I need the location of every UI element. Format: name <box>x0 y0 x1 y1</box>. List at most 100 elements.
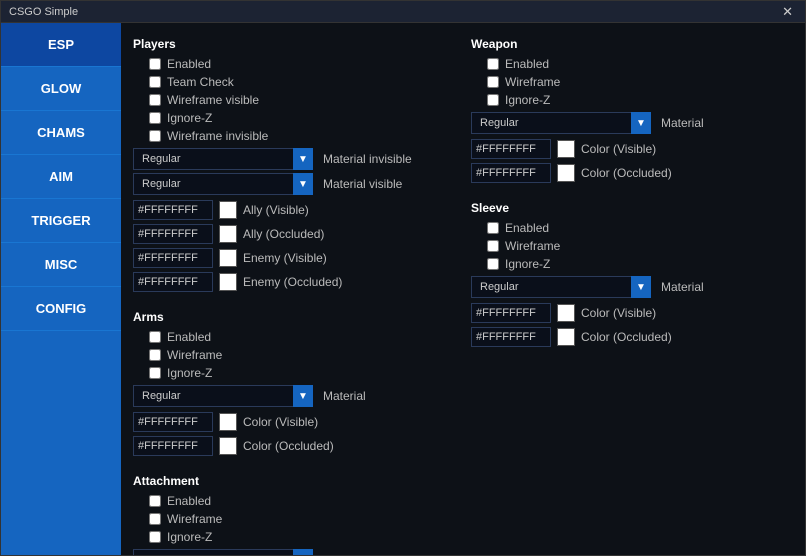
arms-material-dropdown-wrapper: Regular Flat Metallic ▼ <box>133 385 313 407</box>
arms-color-occluded-hex[interactable] <box>133 436 213 456</box>
sleeve-color-occluded-hex[interactable] <box>471 327 551 347</box>
sidebar-item-chams[interactable]: CHAMS <box>1 111 121 155</box>
players-ally-visible-hex[interactable] <box>133 200 213 220</box>
sidebar-item-config[interactable]: CONFIG <box>1 287 121 331</box>
arms-wireframe-checkbox[interactable] <box>149 349 161 361</box>
sleeve-color-occluded-swatch[interactable] <box>557 328 575 346</box>
weapon-enabled-checkbox[interactable] <box>487 58 499 70</box>
arms-title: Arms <box>133 310 455 324</box>
attachment-wireframe-label: Wireframe <box>167 512 222 526</box>
players-ally-occluded-swatch[interactable] <box>219 225 237 243</box>
players-enemy-visible-hex[interactable] <box>133 248 213 268</box>
sidebar-item-aim[interactable]: AIM <box>1 155 121 199</box>
players-ignorez-checkbox[interactable] <box>149 112 161 124</box>
players-ally-visible-swatch[interactable] <box>219 201 237 219</box>
sleeve-color-visible-label: Color (Visible) <box>581 306 656 320</box>
players-enabled-label: Enabled <box>167 57 211 71</box>
players-wireframe-invisible-checkbox[interactable] <box>149 130 161 142</box>
players-enabled-checkbox[interactable] <box>149 58 161 70</box>
players-teamcheck-checkbox[interactable] <box>149 76 161 88</box>
sleeve-color-occluded-row: Color (Occluded) <box>471 325 793 349</box>
attachment-material-dropdown[interactable]: Regular Flat Metallic <box>133 549 313 555</box>
players-material-visible-dropdown[interactable]: Regular Flat Metallic <box>133 173 313 195</box>
attachment-enabled-checkbox[interactable] <box>149 495 161 507</box>
sleeve-color-visible-row: Color (Visible) <box>471 301 793 325</box>
players-ally-occluded-label: Ally (Occluded) <box>243 227 324 241</box>
weapon-enabled-row: Enabled <box>471 55 793 73</box>
players-ally-occluded-hex[interactable] <box>133 224 213 244</box>
sleeve-wireframe-checkbox[interactable] <box>487 240 499 252</box>
players-wireframe-visible-checkbox[interactable] <box>149 94 161 106</box>
players-enemy-visible-row: Enemy (Visible) <box>133 246 455 270</box>
weapon-color-occluded-hex[interactable] <box>471 163 551 183</box>
weapon-material-label: Material <box>661 116 704 130</box>
players-enemy-visible-swatch[interactable] <box>219 249 237 267</box>
arms-wireframe-label: Wireframe <box>167 348 222 362</box>
close-button[interactable]: ✕ <box>778 4 797 20</box>
sleeve-ignorez-checkbox[interactable] <box>487 258 499 270</box>
players-material-invisible-label: Material invisible <box>323 152 412 166</box>
main-layout: ESP GLOW CHAMS AIM TRIGGER MISC CONFIG P… <box>1 23 805 555</box>
arms-enabled-label: Enabled <box>167 330 211 344</box>
sleeve-wireframe-row: Wireframe <box>471 237 793 255</box>
weapon-ignorez-row: Ignore-Z <box>471 91 793 109</box>
arms-ignorez-label: Ignore-Z <box>167 366 212 380</box>
right-column: Weapon Enabled Wireframe Ignore-Z <box>471 33 793 545</box>
sleeve-material-dropdown[interactable]: Regular Flat Metallic <box>471 276 651 298</box>
arms-enabled-checkbox[interactable] <box>149 331 161 343</box>
players-enemy-occluded-row: Enemy (Occluded) <box>133 270 455 294</box>
arms-color-visible-hex[interactable] <box>133 412 213 432</box>
sleeve-enabled-label: Enabled <box>505 221 549 235</box>
players-ally-visible-label: Ally (Visible) <box>243 203 309 217</box>
arms-ignorez-row: Ignore-Z <box>133 364 455 382</box>
attachment-material-dropdown-wrapper: Regular Flat Metallic ▼ <box>133 549 313 555</box>
weapon-color-visible-row: Color (Visible) <box>471 137 793 161</box>
weapon-title: Weapon <box>471 37 793 51</box>
attachment-ignorez-checkbox[interactable] <box>149 531 161 543</box>
weapon-wireframe-label: Wireframe <box>505 75 560 89</box>
weapon-ignorez-checkbox[interactable] <box>487 94 499 106</box>
arms-color-visible-swatch[interactable] <box>219 413 237 431</box>
weapon-color-occluded-swatch[interactable] <box>557 164 575 182</box>
weapon-section: Weapon Enabled Wireframe Ignore-Z <box>471 33 793 185</box>
sleeve-title: Sleeve <box>471 201 793 215</box>
attachment-enabled-label: Enabled <box>167 494 211 508</box>
arms-material-label: Material <box>323 389 366 403</box>
players-enemy-occluded-swatch[interactable] <box>219 273 237 291</box>
weapon-material-dropdown[interactable]: Regular Flat Metallic <box>471 112 651 134</box>
weapon-material-row: Regular Flat Metallic ▼ Material <box>471 112 793 134</box>
weapon-color-visible-hex[interactable] <box>471 139 551 159</box>
sleeve-color-visible-hex[interactable] <box>471 303 551 323</box>
arms-enabled-row: Enabled <box>133 328 455 346</box>
sleeve-enabled-checkbox[interactable] <box>487 222 499 234</box>
attachment-wireframe-checkbox[interactable] <box>149 513 161 525</box>
attachment-material-label: Material <box>323 553 366 555</box>
sidebar-item-esp[interactable]: ESP <box>1 23 121 67</box>
players-material-invisible-row: Regular Flat Metallic ▼ Material invisib… <box>133 148 455 170</box>
players-material-invisible-dropdown-wrapper: Regular Flat Metallic ▼ <box>133 148 313 170</box>
sidebar-item-trigger[interactable]: TRIGGER <box>1 199 121 243</box>
sleeve-wireframe-label: Wireframe <box>505 239 560 253</box>
weapon-color-visible-swatch[interactable] <box>557 140 575 158</box>
players-ally-visible-row: Ally (Visible) <box>133 198 455 222</box>
arms-section: Arms Enabled Wireframe Ignore-Z <box>133 306 455 458</box>
attachment-section: Attachment Enabled Wireframe Ignore-Z <box>133 470 455 555</box>
arms-material-dropdown[interactable]: Regular Flat Metallic <box>133 385 313 407</box>
attachment-material-row: Regular Flat Metallic ▼ Material <box>133 549 455 555</box>
players-teamcheck-label: Team Check <box>167 75 234 89</box>
attachment-ignorez-label: Ignore-Z <box>167 530 212 544</box>
sidebar-item-misc[interactable]: MISC <box>1 243 121 287</box>
sleeve-material-dropdown-wrapper: Regular Flat Metallic ▼ <box>471 276 651 298</box>
titlebar: CSGO Simple ✕ <box>1 1 805 23</box>
sleeve-color-visible-swatch[interactable] <box>557 304 575 322</box>
weapon-color-occluded-row: Color (Occluded) <box>471 161 793 185</box>
weapon-wireframe-checkbox[interactable] <box>487 76 499 88</box>
weapon-material-dropdown-wrapper: Regular Flat Metallic ▼ <box>471 112 651 134</box>
players-enemy-occluded-hex[interactable] <box>133 272 213 292</box>
players-material-invisible-dropdown[interactable]: Regular Flat Metallic <box>133 148 313 170</box>
weapon-color-occluded-label: Color (Occluded) <box>581 166 672 180</box>
arms-color-occluded-swatch[interactable] <box>219 437 237 455</box>
arms-ignorez-checkbox[interactable] <box>149 367 161 379</box>
sidebar-item-glow[interactable]: GLOW <box>1 67 121 111</box>
sleeve-ignorez-row: Ignore-Z <box>471 255 793 273</box>
